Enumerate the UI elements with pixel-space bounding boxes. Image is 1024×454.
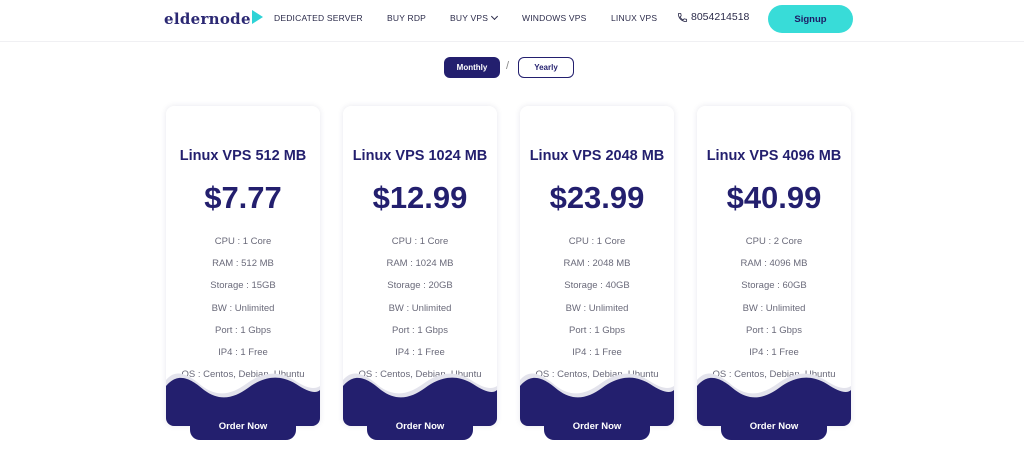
phone-contact[interactable]: 8054214518 (677, 11, 749, 23)
spec-cpu: CPU : 1 Core (391, 236, 449, 247)
spec-ip4: IP4 : 1 Free (572, 346, 622, 358)
plan-card-body: Linux VPS 2048 MB $23.99 CPU : 1 Core RA… (520, 106, 674, 426)
spec-cpu: CPU : 2 Core (745, 236, 803, 247)
spec-ram: RAM : 2048 MB (563, 258, 631, 270)
plan-name: Linux VPS 512 MB (179, 148, 307, 164)
plan-card-body: Linux VPS 1024 MB $12.99 CPU : 1 Core RA… (343, 106, 497, 426)
spec-bandwidth: BW : Unlimited (565, 302, 629, 314)
spec-port: Port : 1 Gbps (392, 324, 448, 336)
order-now-button[interactable]: Order Now (190, 412, 296, 440)
chevron-down-icon (491, 12, 499, 21)
spec-ip4: IP4 : 1 Free (218, 346, 268, 358)
plan-card: Linux VPS 512 MB $7.77 CPU : 1 Core RAM … (166, 106, 320, 440)
plan-price: $7.77 (204, 180, 282, 215)
nav-linux-vps[interactable]: LINUX VPS (611, 13, 657, 23)
nav-windows-vps[interactable]: WINDOWS VPS (522, 13, 587, 23)
play-triangle-icon (251, 10, 263, 24)
plan-card: Linux VPS 2048 MB $23.99 CPU : 1 Core RA… (520, 106, 674, 440)
nav-buy-rdp[interactable]: BUY RDP (387, 13, 426, 23)
spec-bandwidth: BW : Unlimited (742, 302, 806, 314)
signup-button[interactable]: Signup (768, 5, 853, 33)
spec-bandwidth: BW : Unlimited (211, 302, 275, 314)
toggle-separator: / (506, 60, 510, 72)
spec-ram: RAM : 512 MB (212, 258, 274, 270)
spec-cpu: CPU : 1 Core (568, 236, 626, 247)
site-header: eldernode DEDICATED SERVER BUY RDP BUY V… (0, 0, 1024, 42)
spec-storage: Storage : 40GB (564, 280, 630, 292)
plan-name: Linux VPS 1024 MB (352, 148, 488, 164)
spec-storage: Storage : 20GB (387, 280, 453, 292)
spec-bandwidth: BW : Unlimited (388, 302, 452, 314)
spec-storage: Storage : 15GB (210, 280, 276, 292)
spec-port: Port : 1 Gbps (746, 324, 802, 336)
order-now-button[interactable]: Order Now (367, 412, 473, 440)
order-now-button[interactable]: Order Now (721, 412, 827, 440)
nav-buy-vps[interactable]: BUY VPS (450, 12, 499, 23)
spec-ram: RAM : 4096 MB (740, 258, 808, 270)
yearly-toggle-button[interactable]: Yearly (518, 57, 574, 78)
plan-name: Linux VPS 4096 MB (706, 148, 842, 164)
spec-storage: Storage : 60GB (741, 280, 807, 292)
plan-price: $12.99 (372, 180, 468, 215)
spec-ram: RAM : 1024 MB (386, 258, 454, 270)
nav-buy-vps-label: BUY VPS (450, 13, 489, 23)
order-now-button[interactable]: Order Now (544, 412, 650, 440)
plan-price: $23.99 (549, 180, 645, 215)
spec-ip4: IP4 : 1 Free (395, 346, 445, 358)
spec-cpu: CPU : 1 Core (214, 236, 272, 247)
spec-port: Port : 1 Gbps (215, 324, 271, 336)
plan-card-body: Linux VPS 512 MB $7.77 CPU : 1 Core RAM … (166, 106, 320, 426)
phone-icon (677, 12, 688, 22)
plan-card-body: Linux VPS 4096 MB $40.99 CPU : 2 Core RA… (697, 106, 851, 426)
plan-price: $40.99 (726, 180, 822, 215)
monthly-toggle-button[interactable]: Monthly (444, 57, 500, 78)
spec-ip4: IP4 : 1 Free (749, 346, 799, 358)
plan-card: Linux VPS 4096 MB $40.99 CPU : 2 Core RA… (697, 106, 851, 440)
plan-name: Linux VPS 2048 MB (529, 148, 665, 164)
logo-text: eldernode (164, 10, 251, 28)
site-logo[interactable]: eldernode (164, 10, 263, 28)
spec-port: Port : 1 Gbps (569, 324, 625, 336)
plan-card: Linux VPS 1024 MB $12.99 CPU : 1 Core RA… (343, 106, 497, 440)
phone-number: 8054214518 (691, 11, 750, 23)
nav-dedicated-server[interactable]: DEDICATED SERVER (274, 13, 363, 23)
